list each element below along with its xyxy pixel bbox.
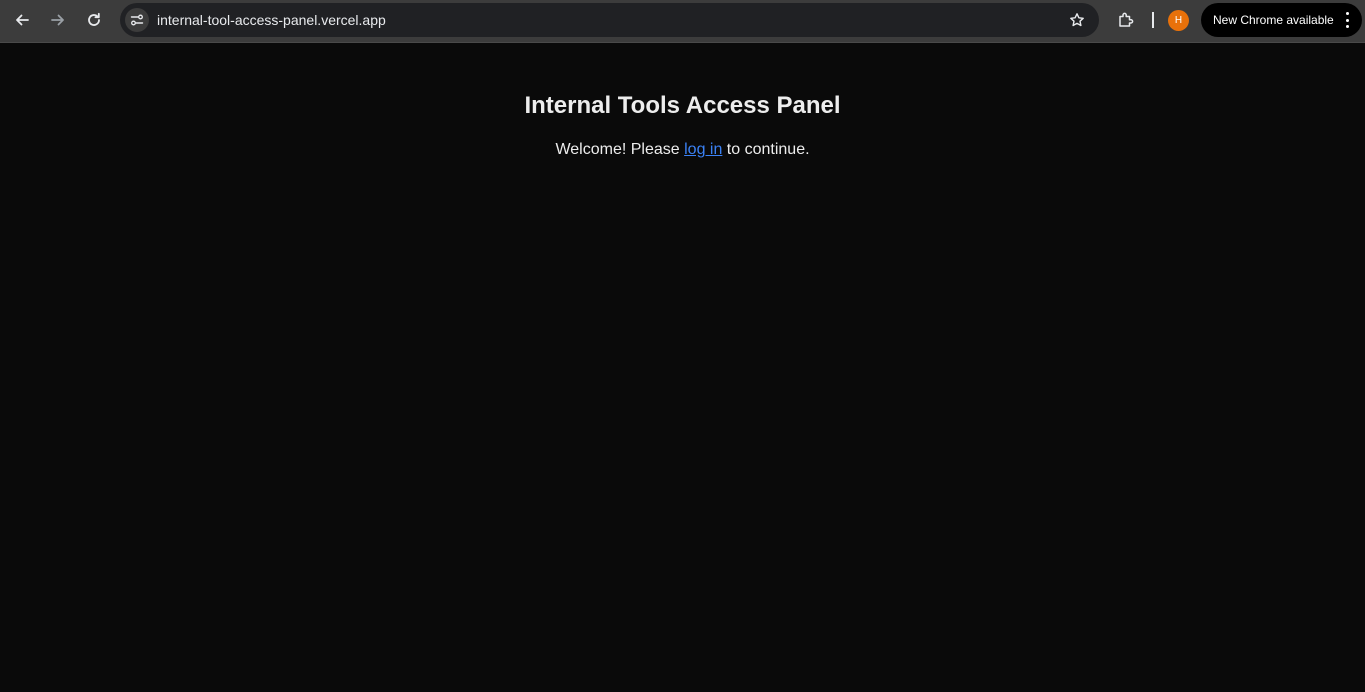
- extensions-button[interactable]: [1112, 6, 1140, 34]
- more-menu-icon[interactable]: [1344, 12, 1350, 28]
- welcome-message: Welcome! Please log in to continue.: [0, 140, 1365, 160]
- address-bar[interactable]: internal-tool-access-panel.vercel.app: [120, 3, 1099, 37]
- chrome-update-button[interactable]: New Chrome available: [1201, 3, 1362, 37]
- login-link[interactable]: log in: [684, 141, 722, 158]
- welcome-text-before: Welcome! Please: [555, 141, 685, 158]
- reload-icon: [88, 12, 100, 26]
- site-info-icon: [130, 14, 144, 26]
- reload-button[interactable]: [80, 6, 108, 34]
- profile-avatar[interactable]: H: [1168, 10, 1189, 31]
- site-info-button[interactable]: [125, 8, 149, 32]
- back-button[interactable]: [8, 6, 36, 34]
- page-title: Internal Tools Access Panel: [524, 92, 841, 119]
- url-text[interactable]: internal-tool-access-panel.vercel.app: [157, 12, 386, 28]
- forward-button[interactable]: [44, 6, 72, 34]
- forward-arrow-icon: [51, 14, 64, 26]
- toolbar-divider: [1152, 12, 1154, 28]
- update-label: New Chrome available: [1213, 13, 1334, 27]
- bookmark-star-icon: [1070, 13, 1084, 27]
- back-arrow-icon: [16, 14, 29, 26]
- page-content: Internal Tools Access Panel Welcome! Ple…: [0, 44, 1365, 692]
- welcome-text-after: to continue.: [722, 141, 810, 158]
- extensions-icon: [1119, 12, 1134, 27]
- bookmark-button[interactable]: [1067, 10, 1087, 30]
- browser-toolbar: internal-tool-access-panel.vercel.app H …: [0, 0, 1365, 43]
